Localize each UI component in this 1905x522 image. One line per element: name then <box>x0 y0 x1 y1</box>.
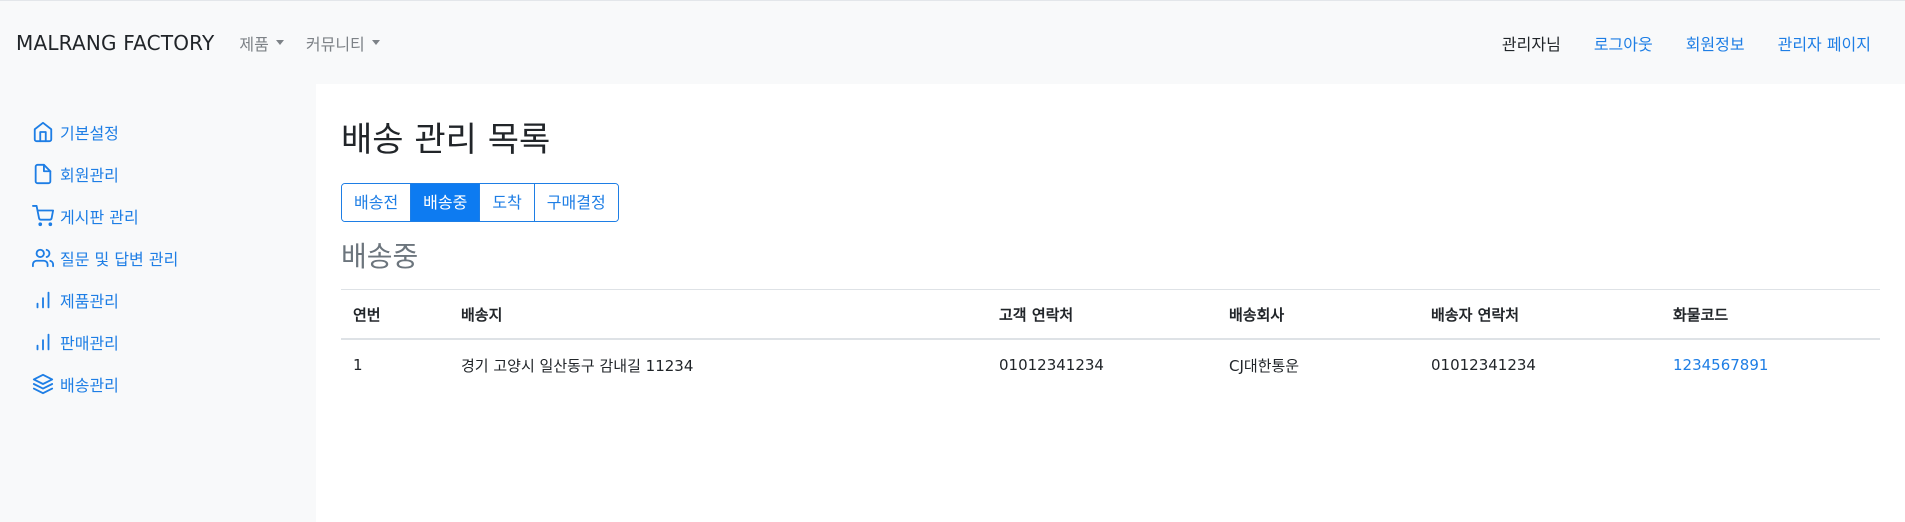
file-icon <box>34 163 52 185</box>
sidebar-item-members[interactable]: 회원관리 <box>0 153 316 195</box>
column-header-customer-phone: 고객 연락처 <box>987 289 1217 341</box>
column-header-courier-phone: 배송자 연락처 <box>1419 289 1661 341</box>
nav-user-area: 관리자님 로그아웃 회원정보 관리자 페이지 <box>1502 31 1871 55</box>
sidebar-item-label: 기본설정 <box>60 124 119 143</box>
user-greeting: 관리자님 <box>1501 34 1561 54</box>
sidebar-item-label: 질문 및 답변 관리 <box>60 250 179 269</box>
cell-courier-phone: 01012341234 <box>1431 356 1536 375</box>
tab-purchase-confirmed[interactable]: 구매결정 <box>534 183 618 221</box>
tab-arrived[interactable]: 도착 <box>480 183 535 221</box>
member-info-link[interactable]: 회원정보 <box>1686 31 1745 55</box>
shopping-cart-icon <box>32 205 54 227</box>
logout-link[interactable]: 로그아웃 <box>1594 31 1653 55</box>
sidebar-item-label: 게시판 관리 <box>60 208 139 227</box>
cell-carrier: CJ대한통운 <box>1229 356 1300 375</box>
bar-chart-icon <box>36 333 50 351</box>
column-header-tracking-code: 화물코드 <box>1661 289 1880 341</box>
home-icon <box>33 121 53 143</box>
sidebar-item-label: 회원관리 <box>60 166 119 185</box>
column-header-address: 배송지 <box>449 289 987 341</box>
tab-in-transit[interactable]: 배송중 <box>411 183 481 221</box>
sidebar-item-label: 판매관리 <box>60 334 119 353</box>
table-header-row: 연번 배송지 고객 연락처 배송회사 배송자 연락처 화물코드 <box>341 289 1880 341</box>
cell-no: 1 <box>353 356 363 375</box>
sidebar-item-delivery[interactable]: 배송관리 <box>0 363 316 405</box>
tab-before-shipping[interactable]: 배송전 <box>342 183 412 221</box>
table-row: 1 경기 고양시 일산동구 감내길 11234 01012341234 CJ대한… <box>341 339 1880 390</box>
sidebar-item-qna[interactable]: 질문 및 답변 관리 <box>0 237 316 279</box>
nav-dropdown-label: 커뮤니티 <box>305 34 365 54</box>
brand-logo[interactable]: MALRANG FACTORY <box>16 31 214 55</box>
delivery-status-tabs: 배송전 배송중 도착 구매결정 <box>341 182 619 222</box>
nav-menus: 제품 커뮤니티 <box>239 31 380 55</box>
cell-address: 경기 고양시 일산동구 감내길 11234 <box>461 356 694 375</box>
page-title: 배송 관리 목록 <box>341 120 551 160</box>
sidebar-item-products[interactable]: 제품관리 <box>0 279 316 321</box>
main-content: 배송 관리 목록 배송전 배송중 도착 구매결정 배송중 연번 배송지 고객 연… <box>316 84 1905 522</box>
sidebar-item-sales[interactable]: 판매관리 <box>0 321 316 363</box>
bar-chart-icon <box>36 291 50 309</box>
sidebar-item-basic-settings[interactable]: 기본설정 <box>0 111 316 153</box>
admin-page-link[interactable]: 관리자 페이지 <box>1778 31 1871 55</box>
users-icon <box>32 248 54 268</box>
nav-dropdown-products[interactable]: 제품 <box>239 31 284 55</box>
caret-down-icon <box>371 40 380 45</box>
sidebar: 기본설정 회원관리 게시판 관리 질문 및 답변 관리 제품관리 판매관리 배송… <box>0 84 316 522</box>
delivery-table: 연번 배송지 고객 연락처 배송회사 배송자 연락처 화물코드 1 경기 고양시… <box>341 289 1880 390</box>
top-navbar: MALRANG FACTORY 제품 커뮤니티 관리자님 로그아웃 회원정보 관… <box>0 0 1905 84</box>
cell-customer-phone: 01012341234 <box>999 356 1104 375</box>
sidebar-item-label: 배송관리 <box>60 376 119 395</box>
sidebar-item-label: 제품관리 <box>60 292 119 311</box>
caret-down-icon <box>275 40 284 45</box>
tracking-code-link[interactable]: 1234567891 <box>1661 339 1880 390</box>
column-header-no: 연번 <box>341 289 449 341</box>
column-header-carrier: 배송회사 <box>1217 289 1419 341</box>
nav-dropdown-label: 제품 <box>239 34 269 54</box>
nav-dropdown-community[interactable]: 커뮤니티 <box>306 31 380 55</box>
sidebar-item-board[interactable]: 게시판 관리 <box>0 195 316 237</box>
layers-icon <box>32 373 54 395</box>
section-title: 배송중 <box>341 239 419 273</box>
